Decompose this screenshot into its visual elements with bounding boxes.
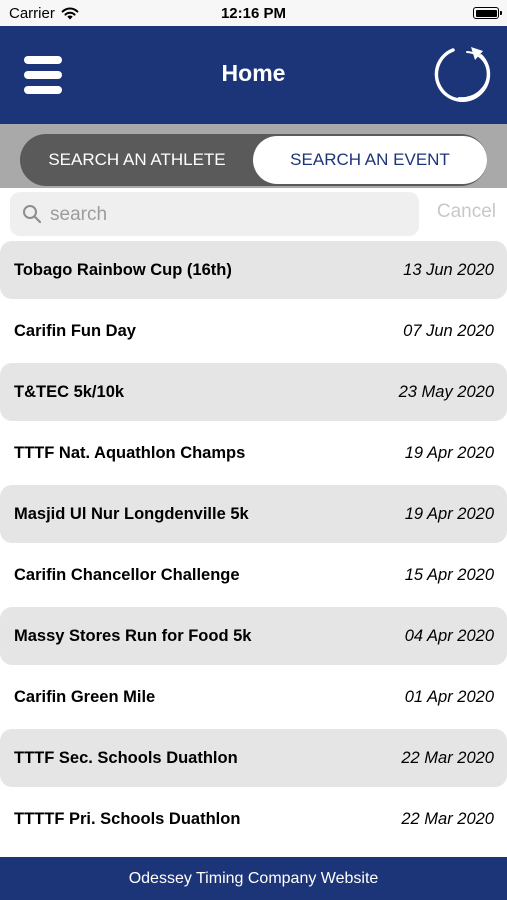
search-athlete-tab[interactable]: SEARCH AN ATHLETE [20,134,254,186]
search-icon [23,205,42,224]
event-date: 04 Apr 2020 [404,627,494,645]
event-name: T&TEC 5k/10k [14,383,125,401]
event-name: TTTTF Pri. Schools Duathlon [14,810,241,828]
odessey-logo-icon [434,47,491,102]
event-date: 15 Apr 2020 [404,566,494,584]
event-name: Masjid Ul Nur Longdenville 5k [14,505,249,523]
event-name: Tobago Rainbow Cup (16th) [14,261,232,279]
event-name: Carifin Chancellor Challenge [14,566,240,584]
clock: 12:16 PM [220,5,287,22]
event-name: Massy Stores Run for Food 5k [14,627,252,645]
list-item[interactable]: Masjid Ul Nur Longdenville 5k 19 Apr 202… [0,485,507,543]
list-item[interactable]: Massy Stores Run for Food 5k 04 Apr 2020 [0,607,507,665]
event-name: Carifin Fun Day [14,322,136,340]
search-mode-segmented-control: SEARCH AN ATHLETE SEARCH AN EVENT [20,134,487,186]
event-date: 19 Apr 2020 [404,444,494,462]
list-item[interactable]: Carifin Fun Day 07 Jun 2020 [0,302,507,360]
event-date: 19 Apr 2020 [404,505,494,523]
cancel-button[interactable]: Cancel [437,201,496,223]
event-date: 07 Jun 2020 [403,322,494,340]
list-item[interactable]: T&TEC 5k/10k 23 May 2020 [0,363,507,421]
search-row: Cancel [0,188,507,238]
event-date: 22 Mar 2020 [401,749,494,767]
navigation-bar: Home [0,26,507,124]
list-item[interactable]: TTTTF Pri. Schools Duathlon 22 Mar 2020 [0,790,507,848]
list-item[interactable]: TTTF Sec. Schools Duathlon 22 Mar 2020 [0,729,507,787]
company-website-link[interactable]: Odessey Timing Company Website [0,857,507,900]
list-item[interactable]: Carifin Green Mile 01 Apr 2020 [0,668,507,726]
event-date: 23 May 2020 [398,383,494,401]
event-name: TTTF Nat. Aquathlon Champs [14,444,246,462]
event-name: TTTF Sec. Schools Duathlon [14,749,238,767]
status-bar: Carrier 12:16 PM [0,0,507,26]
search-mode-bar: SEARCH AN ATHLETE SEARCH AN EVENT [0,124,507,188]
search-field[interactable] [10,192,419,238]
events-list: Tobago Rainbow Cup (16th) 13 Jun 2020 Ca… [0,241,507,857]
event-name: Carifin Green Mile [14,688,156,706]
event-date: 01 Apr 2020 [404,688,494,706]
list-item[interactable]: TTTF Nat. Aquathlon Champs 19 Apr 2020 [0,424,507,482]
search-input[interactable] [48,192,412,238]
list-item[interactable]: Tobago Rainbow Cup (16th) 13 Jun 2020 [0,241,507,299]
event-date: 22 Mar 2020 [401,810,494,828]
list-item[interactable]: Carifin Chancellor Challenge 15 Apr 2020 [0,546,507,604]
search-event-tab[interactable]: SEARCH AN EVENT [253,136,487,184]
battery-icon [473,7,502,19]
event-date: 13 Jun 2020 [403,261,494,279]
